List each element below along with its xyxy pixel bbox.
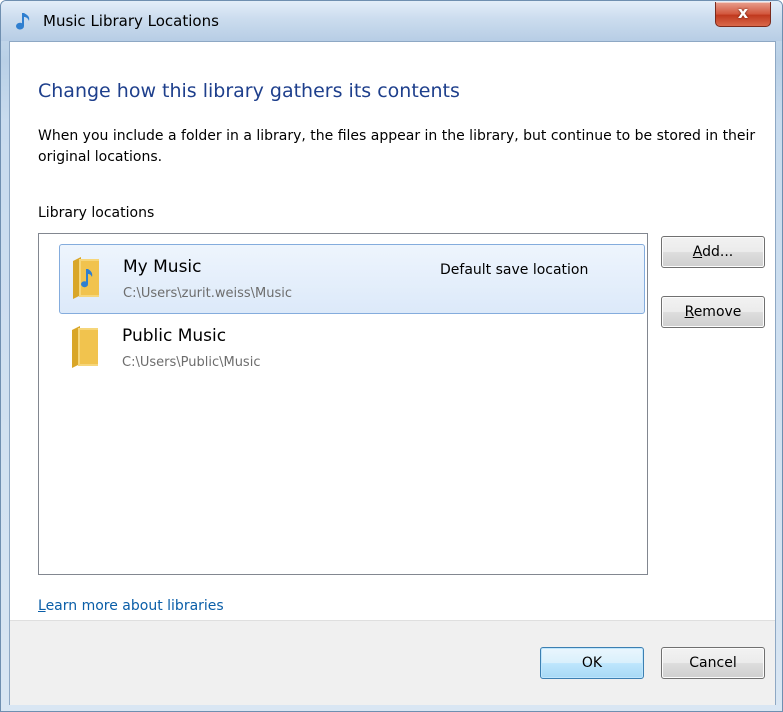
description-text: When you include a folder in a library, … xyxy=(38,128,756,165)
ok-button[interactable]: OK xyxy=(540,647,644,679)
window-title: Music Library Locations xyxy=(43,12,219,30)
location-path: C:\Users\Public\Music xyxy=(122,355,261,370)
default-save-location-label: Default save location xyxy=(440,262,589,278)
music-note-icon xyxy=(16,13,30,30)
folder-icon xyxy=(72,326,98,368)
close-icon: x xyxy=(737,3,749,22)
cancel-button[interactable]: Cancel xyxy=(661,647,765,679)
learn-more-link[interactable]: Learn more about libraries xyxy=(38,598,224,614)
add-label: dd... xyxy=(702,244,734,260)
link-label: earn more about libraries xyxy=(45,598,224,614)
music-folder-icon xyxy=(73,257,99,299)
list-item-public-music[interactable]: Public Music C:\Users\Public\Music xyxy=(59,314,643,382)
remove-button[interactable]: Remove xyxy=(661,296,765,328)
location-name: Public Music xyxy=(122,326,227,346)
location-name: My Music xyxy=(123,257,202,277)
library-locations-label: Library locations xyxy=(38,205,155,221)
library-locations-list[interactable]: My Music C:\Users\zurit.weiss\Music Defa… xyxy=(38,233,648,575)
dialog-window: Music Library Locations x Change how thi… xyxy=(0,0,783,712)
page-title: Change how this library gathers its cont… xyxy=(38,80,460,102)
close-button[interactable]: x xyxy=(715,2,771,27)
remove-label: emove xyxy=(693,304,742,320)
dialog-content: Change how this library gathers its cont… xyxy=(9,41,776,705)
add-hotkey: A xyxy=(692,244,703,260)
remove-hotkey: R xyxy=(684,304,694,320)
location-path: C:\Users\zurit.weiss\Music xyxy=(123,286,293,301)
button-bar: OK Cancel xyxy=(10,620,775,705)
title-bar[interactable]: Music Library Locations x xyxy=(1,1,782,41)
link-hotkey: L xyxy=(38,598,46,614)
add-button[interactable]: Add... xyxy=(661,236,765,268)
list-item-my-music[interactable]: My Music C:\Users\zurit.weiss\Music Defa… xyxy=(59,244,645,314)
